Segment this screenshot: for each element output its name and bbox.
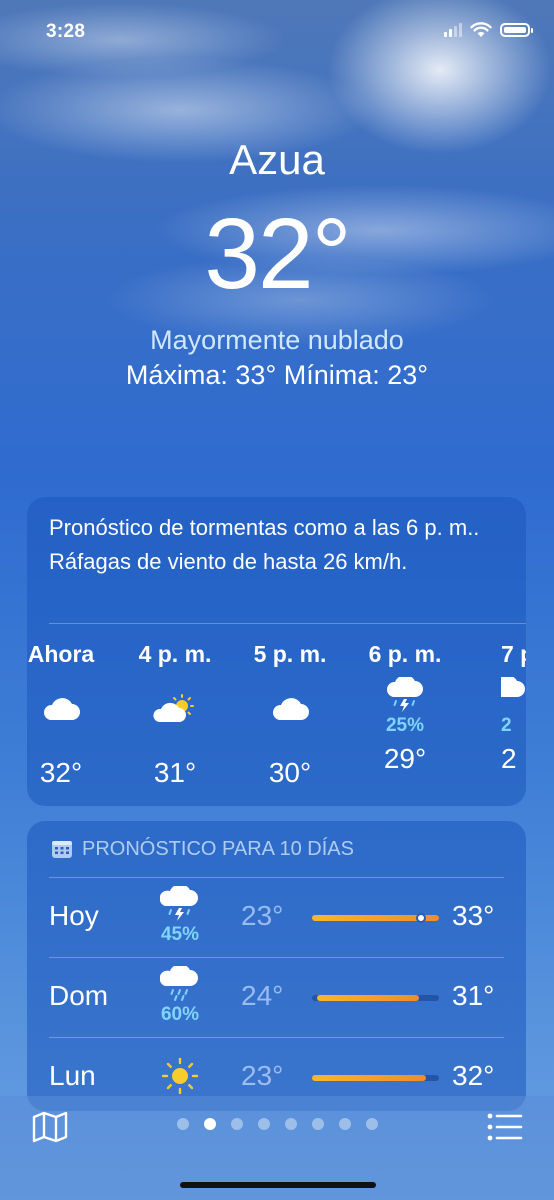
- hour-temp: 2: [501, 743, 517, 774]
- hour-item: 5 p. m. 30°: [240, 637, 340, 793]
- day-high: 31°: [452, 980, 495, 1011]
- status-time: 3:28: [46, 21, 86, 42]
- hourly-forecast-card[interactable]: Pronóstico de tormentas como a las 6 p. …: [27, 497, 526, 806]
- temp-range-bar: [312, 913, 439, 923]
- sun-icon: [157, 1056, 203, 1101]
- thunderstorm-icon: [501, 673, 526, 717]
- hour-temp: 32°: [39, 757, 83, 788]
- rain-icon: 60%: [157, 964, 203, 1025]
- temp-range-fill: [312, 1075, 427, 1081]
- city-name: Azua: [229, 136, 325, 183]
- hour-item: 7 p 2 2: [501, 637, 526, 779]
- high-low-text: Máxima: 33° Mínima: 23°: [125, 360, 429, 390]
- day-precip: 45%: [160, 924, 200, 945]
- hour-temp: 31°: [153, 757, 197, 788]
- day-high: 33°: [452, 900, 495, 931]
- hour-item: 4 p. m. 31°: [125, 637, 225, 793]
- daily-forecast-card[interactable]: PRONÓSTICO PARA 10 DÍAS Hoy 45% 23° 33° …: [27, 821, 526, 1111]
- page-dot[interactable]: [176, 1118, 189, 1130]
- page-dot[interactable]: [311, 1118, 324, 1130]
- page-dot[interactable]: [365, 1118, 378, 1130]
- forecast-summary: Pronóstico de tormentas como a las 6 p. …: [49, 515, 480, 574]
- condition-text: Mayormente nublado: [150, 325, 404, 355]
- daily-forecast-title: PRONÓSTICO PARA 10 DÍAS: [82, 837, 354, 860]
- calendar-icon: [52, 841, 72, 858]
- hour-label: 6 p. m.: [368, 641, 442, 667]
- daily-forecast-header: PRONÓSTICO PARA 10 DÍAS: [51, 834, 354, 864]
- cellular-signal-icon: [444, 23, 462, 37]
- cloud-icon: [27, 687, 111, 731]
- page-dot-active[interactable]: [203, 1118, 216, 1130]
- page-dot[interactable]: [284, 1118, 297, 1130]
- home-indicator: [180, 1182, 376, 1188]
- current-weather: Azua 32° Mayormente nublado Máxima: 33° …: [0, 130, 554, 392]
- day-row-1[interactable]: Dom 60% 24° 31°: [27, 958, 526, 1038]
- hour-precip: [27, 731, 111, 749]
- day-name: Lun: [49, 1060, 96, 1091]
- temp-range-bar: [312, 1075, 439, 1081]
- hour-precip: 2: [501, 715, 512, 736]
- page-dot[interactable]: [257, 1118, 270, 1130]
- bottom-toolbar: [0, 1096, 554, 1200]
- page-dot[interactable]: [230, 1118, 243, 1130]
- hour-precip: [240, 731, 340, 749]
- current-temp-dot: [416, 913, 427, 923]
- hour-label: Ahora: [27, 641, 95, 667]
- day-name: Hoy: [49, 900, 99, 931]
- day-high: 32°: [452, 1060, 495, 1091]
- hour-label: 7 p: [501, 641, 526, 667]
- cloud-icon: [240, 687, 340, 731]
- page-dot[interactable]: [338, 1118, 351, 1130]
- thunderstorm-icon: [355, 673, 455, 717]
- hour-precip: 25%: [385, 715, 425, 736]
- hour-label: 5 p. m.: [253, 641, 327, 667]
- day-row-0[interactable]: Hoy 45% 23° 33°: [27, 878, 526, 958]
- status-bar: 3:28: [0, 0, 554, 60]
- hour-item: 6 p. m. 25% 29°: [355, 637, 455, 779]
- thunderstorm-icon: 45%: [157, 884, 203, 945]
- day-name: Dom: [49, 980, 109, 1011]
- day-low: 23°: [241, 900, 284, 931]
- hourly-strip[interactable]: Ahora 32° 4 p. m. 31° 5 p. m. 30° 6 p. m…: [27, 637, 526, 797]
- hour-item: Ahora 32°: [27, 637, 111, 793]
- hour-label: 4 p. m.: [138, 641, 212, 667]
- hour-temp: 29°: [383, 743, 427, 774]
- day-low: 24°: [241, 980, 284, 1011]
- page-indicator[interactable]: [0, 1118, 554, 1130]
- current-temperature: 32°: [204, 198, 351, 310]
- day-precip: 60%: [160, 1004, 200, 1025]
- hour-temp: 30°: [268, 757, 312, 788]
- battery-icon: [500, 23, 533, 37]
- list-icon[interactable]: [486, 1110, 524, 1144]
- temp-range-bar: [312, 995, 439, 1001]
- divider: [49, 623, 526, 624]
- status-icons: [444, 22, 533, 38]
- wifi-icon: [470, 22, 492, 37]
- hour-precip: [125, 731, 225, 749]
- partly-sunny-icon: [125, 687, 225, 731]
- day-low: 23°: [241, 1060, 284, 1091]
- temp-range-fill: [317, 995, 419, 1001]
